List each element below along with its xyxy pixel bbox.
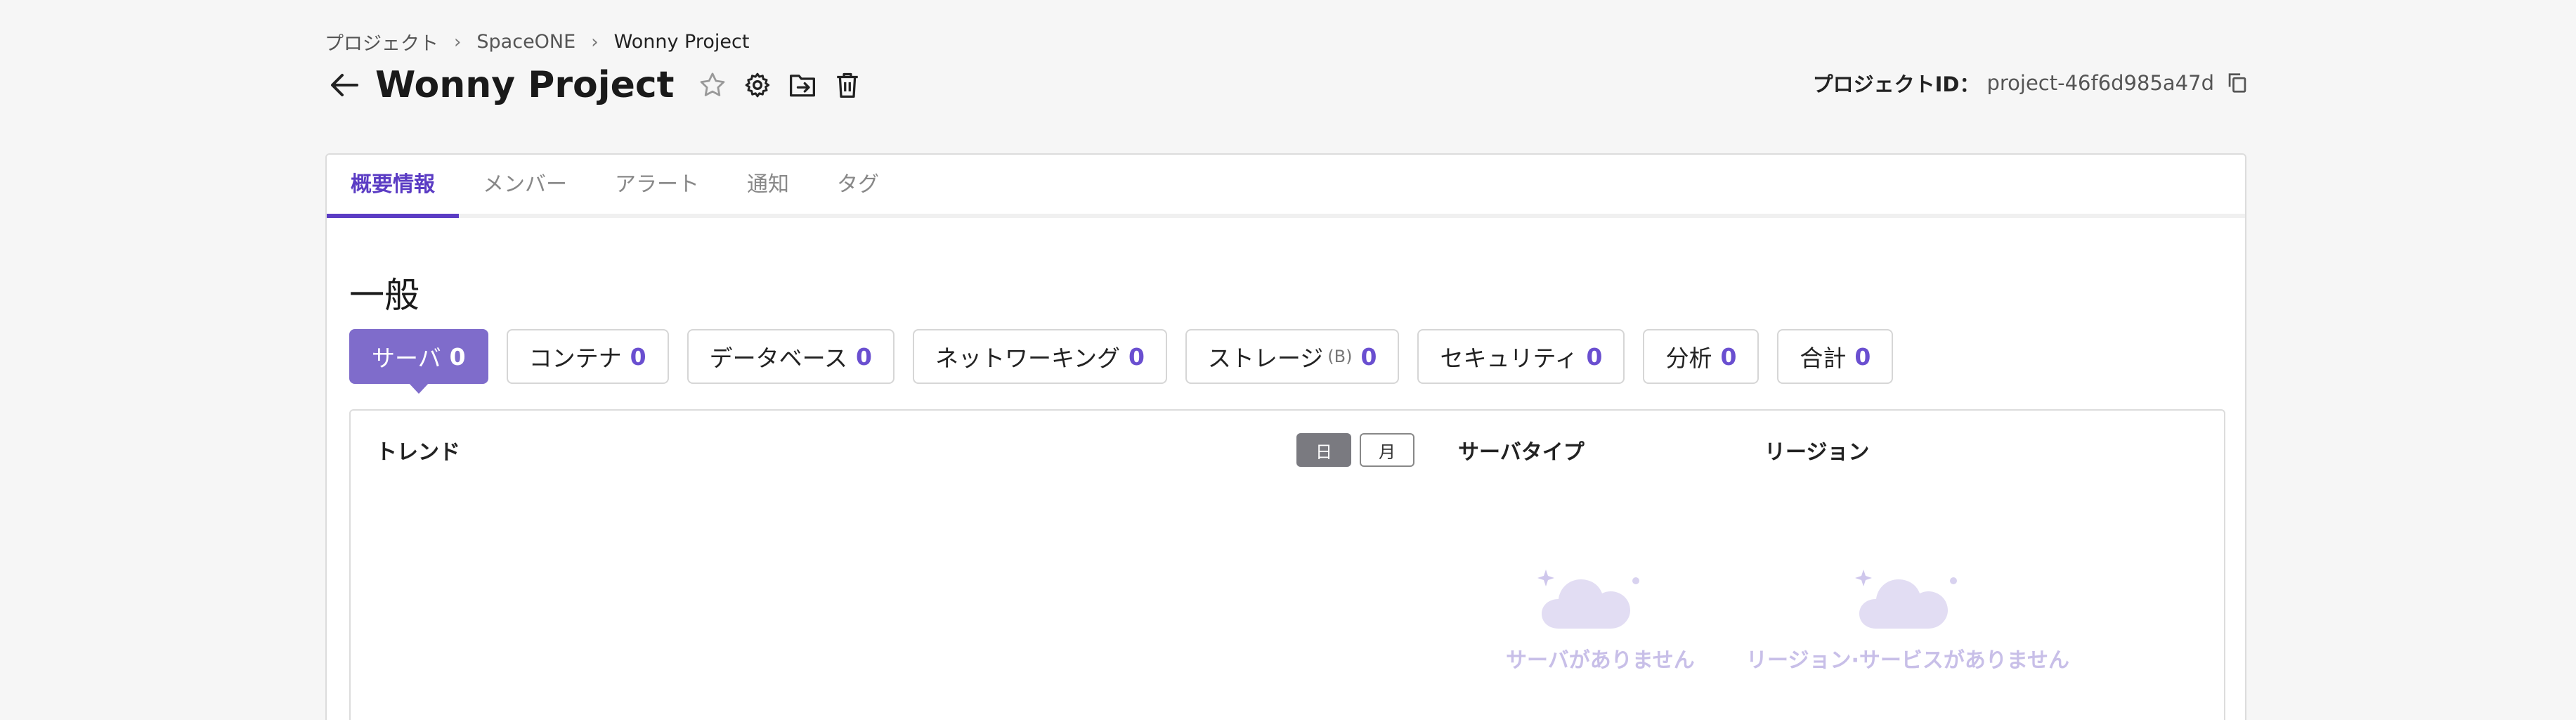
category-networking[interactable]: ネットワーキング 0 — [912, 329, 1167, 384]
toggle-day[interactable]: 日 — [1296, 433, 1351, 467]
empty-cloud-icon — [1855, 570, 1957, 629]
tab-notifications[interactable]: 通知 — [723, 150, 813, 214]
category-analytics[interactable]: 分析 0 — [1643, 329, 1759, 384]
category-tabs: サーバ 0 コンテナ 0 データベース 0 ネットワーキング 0 ストレージ (… — [349, 329, 1894, 394]
tab-tags[interactable]: タグ — [813, 150, 903, 214]
move-folder-icon[interactable] — [786, 68, 819, 102]
breadcrumb: プロジェクト › SpaceONE › Wonny Project — [325, 28, 749, 56]
category-count: 0 — [1720, 342, 1737, 371]
project-id: プロジェクトID： project-46f6d985a47d — [1813, 68, 2249, 98]
title-row: Wonny Project — [327, 60, 876, 110]
tab-bar: 概要情報 メンバー アラート 通知 タグ — [327, 155, 2245, 218]
category-count: 0 — [1586, 342, 1603, 371]
project-detail-card: 概要情報 メンバー アラート 通知 タグ 一般 サーバ 0 コンテナ 0 データ… — [325, 153, 2246, 720]
empty-region-message: リージョン·サービスがありません — [1746, 648, 2069, 673]
category-label: 分析 — [1665, 345, 1712, 372]
project-id-label: プロジェクトID： — [1812, 72, 1980, 96]
category-count: 0 — [1360, 342, 1377, 371]
empty-server-message: サーバがありません — [1506, 648, 1695, 673]
star-icon[interactable] — [696, 68, 729, 102]
chevron-right-icon: › — [454, 31, 462, 53]
empty-region: リージョン·サービスがありません — [1746, 564, 2069, 674]
category-count: 0 — [855, 342, 872, 371]
toggle-month[interactable]: 月 — [1360, 433, 1414, 467]
server-type-label: サーバタイプ — [1458, 440, 1585, 465]
section-title: 一般 — [349, 275, 419, 316]
copy-icon[interactable] — [2225, 71, 2249, 95]
category-label: サーバ — [372, 345, 441, 372]
period-toggle: 日 月 — [1296, 433, 1414, 467]
gear-icon[interactable] — [741, 68, 774, 102]
category-label: ネットワーキング — [935, 345, 1120, 372]
trend-label: トレンド — [376, 440, 460, 465]
page-title: Wonny Project — [375, 64, 675, 106]
category-storage[interactable]: ストレージ (B) 0 — [1185, 329, 1400, 384]
category-label: ストレージ — [1207, 345, 1324, 372]
summary-panel: トレンド 日 月 サーバタイプ リージョン サーバがありません リージョン·サー… — [349, 409, 2225, 720]
category-label: データベース — [709, 345, 847, 372]
category-container[interactable]: コンテナ 0 — [506, 329, 669, 384]
category-security[interactable]: セキュリティ 0 — [1417, 329, 1625, 384]
category-unit: (B) — [1327, 347, 1353, 366]
tab-members[interactable]: メンバー — [459, 150, 591, 214]
project-id-value: project-46f6d985a47d — [1986, 71, 2214, 95]
region-label: リージョン — [1764, 440, 1870, 465]
category-database[interactable]: データベース 0 — [687, 329, 895, 384]
empty-cloud-icon — [1537, 570, 1639, 629]
category-count: 0 — [1128, 342, 1145, 371]
breadcrumb-item-current: Wonny Project — [613, 31, 750, 53]
tab-overview[interactable]: 概要情報 — [327, 150, 459, 218]
category-count: 0 — [630, 342, 646, 371]
breadcrumb-item-projects[interactable]: プロジェクト — [325, 28, 438, 56]
back-arrow-icon[interactable] — [327, 68, 361, 102]
chevron-right-icon: › — [591, 31, 599, 53]
category-label: コンテナ — [528, 345, 622, 372]
category-total[interactable]: 合計 0 — [1777, 329, 1894, 384]
category-server[interactable]: サーバ 0 — [349, 329, 488, 394]
category-count: 0 — [1854, 342, 1871, 371]
category-count: 0 — [449, 342, 466, 371]
trash-icon[interactable] — [831, 68, 864, 102]
category-label: 合計 — [1800, 345, 1847, 372]
empty-server: サーバがありません — [1506, 564, 1695, 674]
category-label: セキュリティ — [1440, 345, 1578, 372]
tab-alerts[interactable]: アラート — [591, 150, 723, 214]
breadcrumb-item-spaceone[interactable]: SpaceONE — [476, 31, 575, 53]
